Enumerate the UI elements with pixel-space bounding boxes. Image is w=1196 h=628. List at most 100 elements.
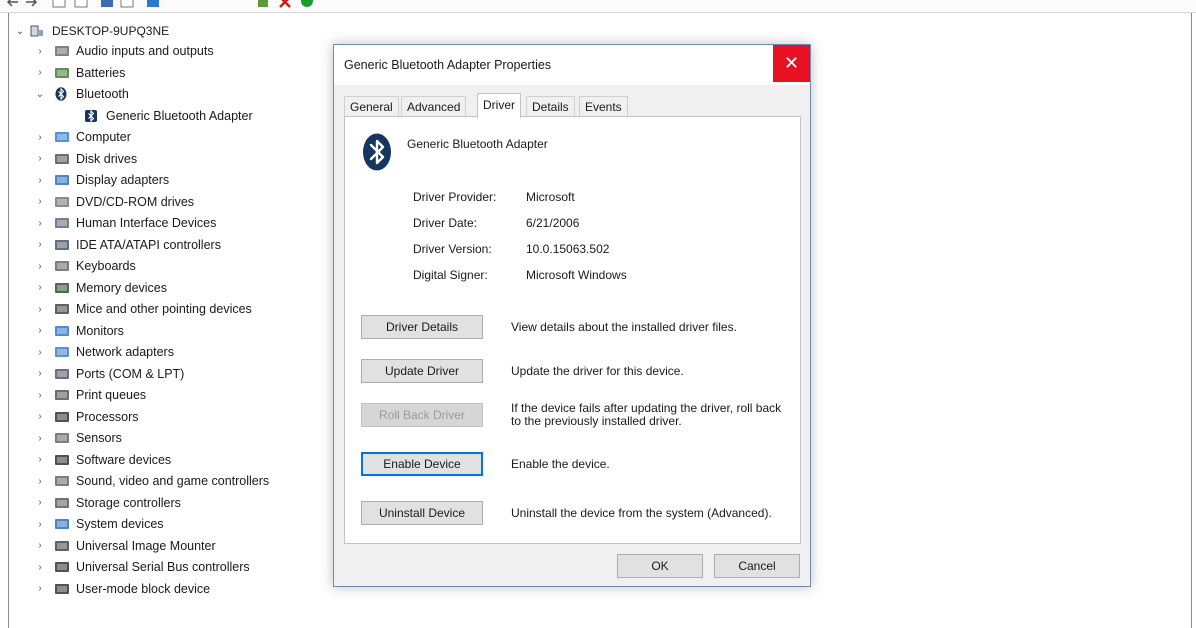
tree-item[interactable]: › Audio inputs and outputs [34, 41, 213, 61]
keyboard-icon [54, 259, 70, 273]
tree-item-label: Bluetooth [76, 87, 129, 101]
chevron-right-icon[interactable]: › [34, 433, 46, 444]
tree-item[interactable]: › Mice and other pointing devices [34, 299, 252, 319]
chevron-right-icon[interactable]: › [34, 411, 46, 422]
update-driver-button[interactable]: Update Driver [361, 359, 483, 383]
tree-item[interactable]: › Human Interface Devices [34, 213, 216, 233]
computer-root-icon [30, 24, 46, 38]
network-adapter-icon [54, 345, 70, 359]
tree-item[interactable]: › IDE ATA/ATAPI controllers [34, 235, 221, 255]
chevron-right-icon[interactable]: › [34, 368, 46, 379]
chevron-right-icon[interactable]: › [34, 454, 46, 465]
driver-details-description: View details about the installed driver … [511, 320, 737, 334]
tab-events[interactable]: Events [579, 96, 628, 117]
help-icon[interactable] [74, 0, 88, 8]
chevron-right-icon[interactable]: › [34, 540, 46, 551]
chevron-right-icon[interactable]: › [34, 46, 46, 57]
chevron-right-icon[interactable]: › [34, 347, 46, 358]
tab-details[interactable]: Details [526, 96, 575, 117]
tree-item[interactable]: › Disk drives [34, 149, 137, 169]
chevron-right-icon[interactable]: › [34, 325, 46, 336]
scan-hardware-icon[interactable] [146, 0, 160, 8]
uninstall-icon[interactable] [278, 0, 292, 8]
processor-icon [54, 410, 70, 424]
chevron-down-icon[interactable]: ⌄ [14, 26, 26, 37]
tree-root[interactable]: ⌄ DESKTOP-9UPQ3NE [14, 22, 169, 40]
chevron-right-icon[interactable]: › [34, 132, 46, 143]
driver-date-value: 6/21/2006 [526, 216, 580, 230]
tree-item[interactable]: › Display adapters [34, 170, 169, 190]
chevron-right-icon[interactable]: › [34, 175, 46, 186]
tree-item[interactable]: › Universal Image Mounter [34, 536, 215, 556]
roll-back-driver-button[interactable]: Roll Back Driver [361, 403, 483, 427]
tree-item-label: Display adapters [76, 173, 170, 187]
driver-date-label: Driver Date: [413, 216, 478, 230]
tab-general[interactable]: General [344, 96, 399, 117]
tree-item[interactable]: › Processors [34, 407, 138, 427]
forward-arrow-icon[interactable] [24, 0, 38, 8]
properties-icon[interactable] [52, 0, 66, 8]
computer-view-icon[interactable] [100, 0, 114, 8]
tree-item[interactable]: › Ports (COM & LPT) [34, 364, 184, 384]
tree-item[interactable]: › DVD/CD-ROM drives [34, 192, 194, 212]
tree-item[interactable]: › Software devices [34, 450, 171, 470]
software-device-icon [54, 453, 70, 467]
chevron-right-icon[interactable]: › [34, 390, 46, 401]
driver-details-button[interactable]: Driver Details [361, 315, 483, 339]
close-icon: ✕ [783, 53, 800, 73]
close-button[interactable]: ✕ [773, 45, 810, 82]
chevron-right-icon[interactable]: › [34, 218, 46, 229]
tree-item-label: Batteries [76, 65, 126, 80]
enable-device-icon[interactable] [300, 0, 314, 8]
uninstall-device-button[interactable]: Uninstall Device [361, 501, 483, 525]
chevron-right-icon[interactable]: › [34, 304, 46, 315]
dialog-titlebar[interactable]: Generic Bluetooth Adapter Properties ✕ [334, 45, 810, 85]
tree-item[interactable]: › Batteries [34, 63, 125, 83]
cancel-button[interactable]: Cancel [714, 554, 800, 578]
chevron-right-icon[interactable]: › [34, 562, 46, 573]
back-arrow-icon[interactable] [6, 0, 20, 8]
tab-advanced[interactable]: Advanced [401, 96, 467, 117]
chevron-right-icon[interactable]: › [34, 476, 46, 487]
dialog-title: Generic Bluetooth Adapter Properties [344, 58, 552, 72]
usb-icon [54, 560, 70, 574]
digital-signer-value: Microsoft Windows [526, 268, 627, 282]
driver-provider-value: Microsoft [526, 190, 575, 204]
tree-item[interactable]: › User-mode block device [34, 579, 210, 599]
driver-version-label: Driver Version: [413, 242, 492, 256]
port-icon [54, 367, 70, 381]
tree-item[interactable]: › Sensors [34, 428, 122, 448]
tree-item[interactable]: › Storage controllers [34, 493, 181, 513]
tree-item[interactable]: › Monitors [34, 321, 124, 341]
update-driver-icon[interactable] [256, 0, 270, 8]
chevron-right-icon[interactable]: › [34, 67, 46, 78]
tree-item[interactable]: › Sound, video and game controllers [34, 471, 269, 491]
chevron-right-icon[interactable]: › [34, 196, 46, 207]
monitor-icon [54, 324, 70, 338]
tree-item[interactable]: › Print queues [34, 385, 146, 405]
tree-item-label: Mice and other pointing devices [76, 302, 252, 316]
bluetooth-icon [362, 133, 392, 174]
tree-item[interactable]: › Memory devices [34, 278, 167, 298]
chevron-right-icon[interactable]: › [34, 519, 46, 530]
enable-device-button[interactable]: Enable Device [361, 452, 483, 476]
ok-button[interactable]: OK [617, 554, 703, 578]
chevron-right-icon[interactable]: › [34, 282, 46, 293]
chevron-right-icon[interactable]: › [34, 239, 46, 250]
chevron-right-icon[interactable]: › [34, 261, 46, 272]
memory-icon [54, 281, 70, 295]
tree-item[interactable]: › System devices [34, 514, 163, 534]
tree-item[interactable]: › Network adapters [34, 342, 174, 362]
tree-item[interactable]: › Universal Serial Bus controllers [34, 557, 249, 577]
tree-child-item[interactable]: Generic Bluetooth Adapter [70, 106, 253, 126]
list-view-icon[interactable] [120, 0, 134, 8]
tab-driver[interactable]: Driver [477, 93, 521, 118]
chevron-right-icon[interactable]: › [34, 497, 46, 508]
tree-item[interactable]: ⌄ Bluetooth [34, 84, 129, 104]
tree-item[interactable]: › Keyboards [34, 256, 135, 276]
tree-item[interactable]: › Computer [34, 127, 131, 147]
tree-item-label: Disk drives [76, 151, 138, 166]
chevron-right-icon[interactable]: › [34, 583, 46, 594]
chevron-right-icon[interactable]: › [34, 153, 46, 164]
chevron-down-icon[interactable]: ⌄ [34, 89, 46, 100]
